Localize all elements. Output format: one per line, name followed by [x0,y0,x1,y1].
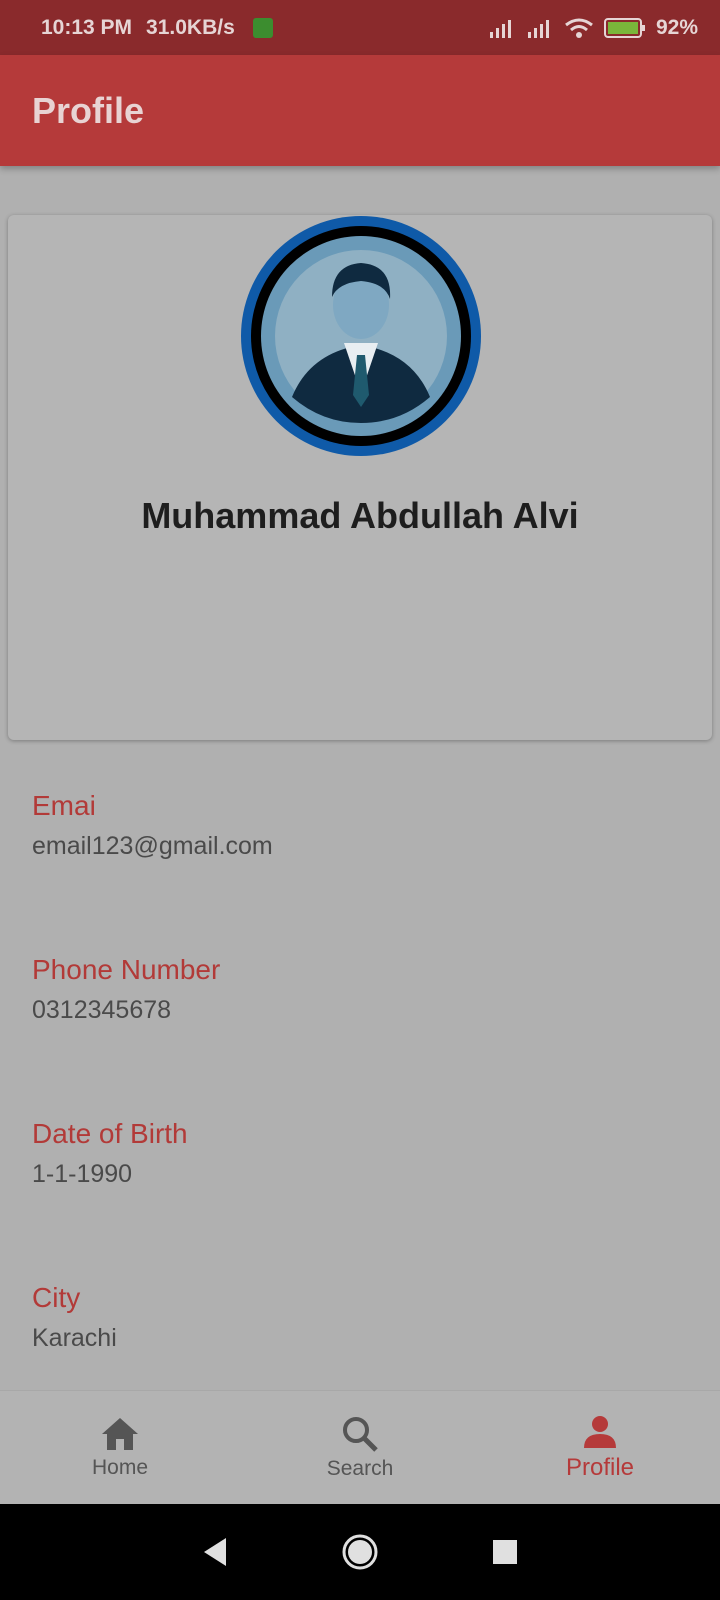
back-icon[interactable] [200,1536,230,1568]
status-network-speed: 31.0KB/s [146,15,235,39]
info-label: City [32,1282,81,1313]
info-value: email123@gmail.com [32,832,273,860]
notification-app-icon [252,17,273,38]
signal-icon-2 [527,19,549,38]
system-nav-bar [0,1504,720,1600]
nav-item-search[interactable]: Search [240,1391,480,1504]
wifi-icon [565,18,593,38]
info-value: 0312345678 [32,996,172,1024]
info-phone: Phone Number 0312345678 [32,954,220,1025]
battery-icon [603,17,645,38]
nav-item-home[interactable]: Home [0,1391,240,1504]
nav-label-home: Home [91,1455,149,1479]
info-label: Phone Number [32,954,221,985]
status-left: 10:13 PM 31.0KB/s [41,16,273,40]
nav-label-profile: Profile [565,1453,635,1481]
info-label: Date of Birth [32,1118,188,1149]
recents-icon[interactable] [490,1537,520,1567]
info-value: 1-1-1990 [32,1160,133,1188]
info-city: City Karachi [32,1282,117,1353]
info-dob: Date of Birth 1-1-1990 [32,1118,188,1189]
info-label: Emai [32,790,96,821]
nav-item-profile[interactable]: Profile [480,1391,720,1504]
info-value: Karachi [32,1324,117,1352]
profile-name: Muhammad Abdullah Alvi [141,495,579,536]
home-button-icon[interactable] [340,1532,380,1572]
status-bar: 10:13 PM 31.0KB/s 92% [0,0,720,55]
info-email: Emai email123@gmail.com [32,790,273,861]
nav-label-search: Search [326,1456,394,1480]
app-bar: Profile [0,55,720,166]
search-icon [343,1416,378,1452]
battery-percent: 92% [655,15,698,39]
page-title: Profile [32,89,145,131]
bottom-nav: Home Search Profile [0,1390,720,1504]
person-icon [584,1415,616,1448]
profile-card: Muhammad Abdullah Alvi [8,215,712,740]
signal-icon [489,19,511,38]
status-right: 92% [488,16,698,40]
status-time: 10:13 PM [41,15,133,39]
avatar [241,216,481,456]
home-icon [102,1417,138,1450]
